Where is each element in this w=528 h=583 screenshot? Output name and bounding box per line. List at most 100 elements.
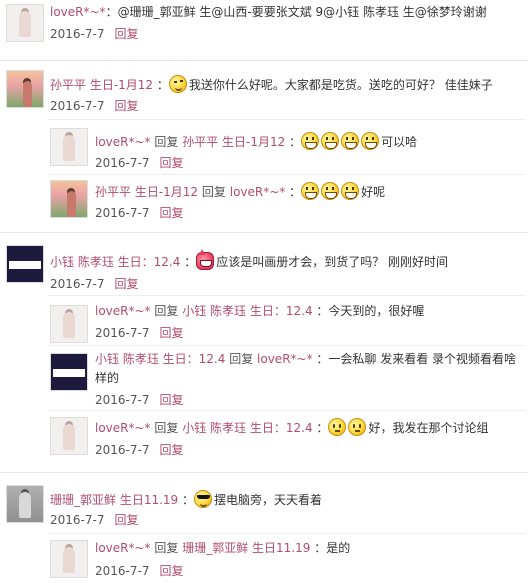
username-link[interactable]: 珊珊_郭亚鲜 生日11.19: [50, 493, 178, 507]
avatar[interactable]: [50, 540, 88, 578]
reply-date: 2016-7-7: [95, 393, 150, 407]
reply-link[interactable]: 回复: [114, 277, 138, 291]
reply-text: 孙平平 生日-1月12 回复 loveR*~* ： 好呢: [95, 182, 385, 201]
target-user-link[interactable]: loveR*~*: [230, 185, 286, 199]
username-link[interactable]: loveR*~*: [95, 304, 151, 318]
avatar[interactable]: [6, 245, 44, 283]
comment-date: 2016-7-7: [50, 99, 105, 113]
reply-meta: 2016-7-7 回复: [95, 442, 183, 459]
username-link[interactable]: 孙平平 生日-1月12: [50, 78, 153, 92]
grin-emoji-icon: [321, 182, 340, 200]
username-link[interactable]: 小钰 陈孝珏 生日：12.4: [50, 255, 180, 269]
comment-colon: ：: [182, 493, 195, 507]
reply-date: 2016-7-7: [95, 156, 150, 170]
reply-keyword: 回复: [154, 304, 179, 318]
reply-body-wrap: 样的: [95, 371, 120, 385]
username-link[interactable]: loveR*~*: [95, 421, 151, 435]
divider: [48, 295, 526, 296]
grin-emoji-icon: [301, 132, 320, 150]
reply-date: 2016-7-7: [95, 326, 150, 340]
reply-meta: 2016-7-7 回复: [95, 205, 183, 222]
target-user-link[interactable]: 小钰 陈孝珏 生日：12.4: [182, 304, 312, 318]
username-link[interactable]: 小钰 陈孝珏 生日：12.4: [95, 352, 225, 366]
divider: [48, 174, 526, 175]
reply-link[interactable]: 回复: [159, 206, 183, 220]
divider: [0, 60, 528, 61]
reply-text: loveR*~* 回复 小钰 陈孝珏 生日：12.4 ：今天到的，很好喔: [95, 303, 424, 320]
username-link[interactable]: loveR*~*: [95, 135, 151, 149]
target-user-link[interactable]: 小钰 陈孝珏 生日：12.4: [182, 421, 312, 435]
avatar[interactable]: [6, 4, 44, 42]
reply-link[interactable]: 回复: [114, 27, 138, 41]
grin-emoji-icon: [321, 132, 340, 150]
target-user-link[interactable]: loveR*~*: [257, 352, 313, 366]
grin-emoji-icon: [341, 132, 360, 150]
reply-text: loveR*~* 回复 珊珊_郭亚鲜 生日11.19 ：是的: [95, 540, 350, 557]
reply-link[interactable]: 回复: [159, 564, 183, 578]
username-link[interactable]: loveR*~*: [95, 541, 151, 555]
divider: [48, 345, 526, 346]
target-user-link[interactable]: 孙平平 生日-1月12: [182, 135, 285, 149]
avatar[interactable]: [50, 353, 88, 391]
comment-body: ：@珊珊_郭亚鲜 生@山西-要要张文斌 9@小钰 陈孝珏 生@徐梦玲谢谢: [105, 5, 487, 19]
reply-colon: ：: [289, 185, 302, 199]
comment-date: 2016-7-7: [50, 513, 105, 527]
reply-colon: ：: [289, 135, 302, 149]
wink-emoji-icon: [168, 75, 187, 93]
reply-text: loveR*~* 回复 小钰 陈孝珏 生日：12.4 ： 好，我发在那个讨论组: [95, 418, 488, 437]
reply-link[interactable]: 回复: [159, 326, 183, 340]
comment-body: 应该是叫画册才会，到货了吗？ 刚刚好时间: [216, 255, 449, 269]
divider: [48, 533, 526, 534]
reply-keyword: 回复: [229, 352, 254, 366]
reply-colon: ：: [316, 421, 329, 435]
reply-body: ：是的: [314, 541, 351, 555]
avatar[interactable]: [50, 305, 88, 343]
reply-meta: 2016-7-7 回复: [95, 155, 183, 172]
reply-link[interactable]: 回复: [159, 156, 183, 170]
target-user-link[interactable]: 珊珊_郭亚鲜 生日11.19: [182, 541, 310, 555]
devil-emoji-icon: [196, 249, 215, 270]
calm-emoji-icon: [348, 418, 367, 436]
reply-keyword: 回复: [201, 185, 226, 199]
cool-emoji-icon: [194, 490, 213, 508]
grin-emoji-icon: [341, 182, 360, 200]
comment-meta: 2016-7-7 回复: [50, 276, 138, 293]
avatar[interactable]: [6, 485, 44, 523]
grin-emoji-icon: [301, 182, 320, 200]
reply-meta: 2016-7-7 回复: [95, 325, 183, 342]
divider: [48, 119, 526, 120]
avatar[interactable]: [50, 180, 88, 218]
reply-link[interactable]: 回复: [114, 99, 138, 113]
reply-link[interactable]: 回复: [114, 513, 138, 527]
avatar[interactable]: [50, 417, 88, 455]
reply-date: 2016-7-7: [95, 564, 150, 578]
reply-body: ：今天到的，很好喔: [316, 304, 425, 318]
avatar[interactable]: [6, 70, 44, 108]
reply-keyword: 回复: [154, 135, 179, 149]
reply-link[interactable]: 回复: [159, 443, 183, 457]
comment-date: 2016-7-7: [50, 277, 105, 291]
reply-keyword: 回复: [154, 541, 179, 555]
reply-keyword: 回复: [154, 421, 179, 435]
divider: [0, 232, 528, 233]
reply-text: loveR*~* 回复 孙平平 生日-1月12 ： 可以哈: [95, 132, 417, 151]
reply-text: 小钰 陈孝珏 生日：12.4 回复 loveR*~* ：一会私聊 发来看看 录个…: [95, 351, 516, 368]
username-link[interactable]: loveR*~*: [50, 5, 106, 19]
reply-date: 2016-7-7: [95, 443, 150, 457]
comment-body: 摆电脑旁，天天看着: [214, 493, 323, 507]
comment-date: 2016-7-7: [50, 27, 105, 41]
reply-meta: 2016-7-7 回复: [95, 392, 183, 409]
grin-emoji-icon: [361, 132, 380, 150]
comment-text: 珊珊_郭亚鲜 生日11.19 ： 摆电脑旁，天天看着: [50, 490, 322, 509]
avatar[interactable]: [50, 128, 88, 166]
comment-body: 我送你什么好呢。大家都是吃货。送吃的可好？ 佳佳妹子: [188, 78, 493, 92]
username-link[interactable]: 孙平平 生日-1月12: [95, 185, 198, 199]
reply-meta: 2016-7-7 回复: [95, 563, 183, 580]
reply-body: 好，我发在那个讨论组: [368, 421, 489, 435]
comment-meta: 2016-7-7 回复: [50, 26, 138, 43]
comment-text: 小钰 陈孝珏 生日：12.4 ： 应该是叫画册才会，到货了吗？ 刚刚好时间: [50, 249, 449, 271]
divider: [0, 472, 528, 473]
reply-body: 好呢: [361, 185, 386, 199]
reply-link[interactable]: 回复: [159, 393, 183, 407]
comment-text: loveR*~*：@珊珊_郭亚鲜 生@山西-要要张文斌 9@小钰 陈孝珏 生@徐…: [50, 4, 487, 21]
